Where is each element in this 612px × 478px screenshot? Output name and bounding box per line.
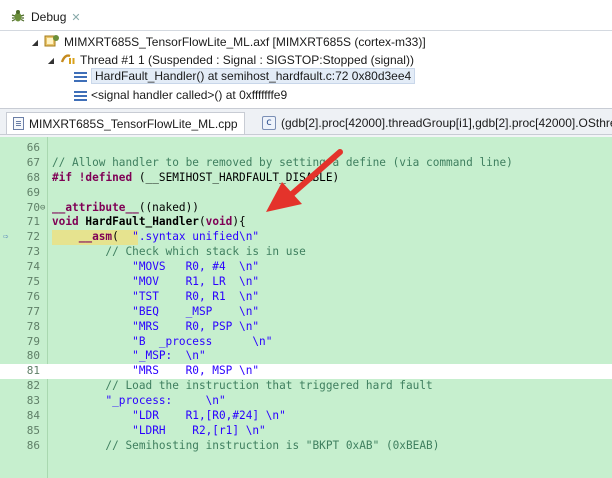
code-text: __asm( ".syntax unified\n" bbox=[78, 230, 260, 244]
code-line[interactable]: ⊖ 70 __attribute__((naked)) bbox=[0, 201, 612, 216]
thread-suspended-icon bbox=[60, 52, 76, 69]
editor-view: MIMXRT685S_TensorFlowLite_ML.cpp c (gdb[… bbox=[0, 108, 612, 478]
line-number: 71 bbox=[26, 215, 40, 229]
line-number: 72 bbox=[26, 230, 40, 244]
code-line[interactable]: 83 "_process: \n" bbox=[0, 394, 612, 409]
line-number: 74 bbox=[26, 260, 40, 274]
code-text: "LDR R1,[R0,#24] \n" bbox=[132, 409, 286, 423]
code-line[interactable]: 73 // Check which stack is in use bbox=[0, 245, 612, 260]
stack-frame-label: <signal handler called>() at 0xfffffffe9 bbox=[91, 88, 288, 102]
line-number: 67 bbox=[26, 155, 40, 169]
code-line[interactable]: 78 "MRS R0, PSP \n" bbox=[0, 320, 612, 335]
tab-label: MIMXRT685S_TensorFlowLite_ML.cpp bbox=[29, 116, 238, 131]
code-line[interactable]: 66 bbox=[0, 141, 612, 156]
line-number: 85 bbox=[26, 423, 40, 437]
line-number: 86 bbox=[26, 438, 40, 452]
code-lines: 66 67 // Allow handler to be removed by se… bbox=[0, 141, 612, 454]
line-number: 83 bbox=[26, 394, 40, 408]
code-text: // Check which stack is in use bbox=[52, 245, 306, 259]
debug-tab-label: Debug bbox=[31, 10, 67, 24]
line-number: 70 bbox=[26, 200, 40, 214]
stack-frame-icon bbox=[74, 71, 87, 82]
code-text: #if !defined (__SEMIHOST_HARDFAULT_DISAB… bbox=[52, 170, 340, 184]
debug-view: Debug ✕ ◢ MIMXRT685S_TensorFlowLite_ML.a… bbox=[0, 0, 612, 103]
line-number: 77 bbox=[26, 304, 40, 318]
code-line[interactable]: 68 #if !defined (__SEMIHOST_HARDFAULT_DIS… bbox=[0, 171, 612, 186]
line-number: 76 bbox=[26, 289, 40, 303]
collapse-arrow-icon[interactable]: ◢ bbox=[30, 38, 40, 47]
code-line[interactable]: 79 "B _process \n" bbox=[0, 335, 612, 350]
code-line[interactable]: 69 bbox=[0, 186, 612, 201]
editor-tab-bar: MIMXRT685S_TensorFlowLite_ML.cpp c (gdb[… bbox=[0, 109, 612, 135]
code-text: "TST R0, R1 \n" bbox=[132, 289, 260, 303]
code-line[interactable]: 67 // Allow handler to be removed by sett… bbox=[0, 156, 612, 171]
line-number: 66 bbox=[26, 141, 40, 154]
tree-item-process[interactable]: ◢ MIMXRT685S_TensorFlowLite_ML.axf [MIMX… bbox=[30, 33, 426, 51]
line-number: 79 bbox=[26, 334, 40, 348]
debug-bug-icon bbox=[10, 8, 26, 27]
line-number: 78 bbox=[26, 319, 40, 333]
line-number: 82 bbox=[26, 379, 40, 393]
thread-label: Thread #1 1 (Suspended : Signal : SIGSTO… bbox=[80, 53, 414, 67]
line-number: 69 bbox=[26, 185, 40, 199]
debug-target-icon bbox=[44, 34, 60, 51]
code-text: "MOVS R0, #4 \n" bbox=[132, 260, 260, 274]
close-icon[interactable]: ✕ bbox=[71, 11, 80, 24]
code-text: "LDRH R2,[r1] \n" bbox=[132, 423, 266, 437]
stack-frame-label: HardFault_Handler() at semihost_hardfaul… bbox=[91, 68, 416, 84]
code-editor[interactable]: 66 67 // Allow handler to be removed by se… bbox=[0, 137, 612, 478]
instruction-pointer-icon: ⇨ bbox=[3, 232, 9, 243]
code-line[interactable]: 75 "MOV R1, LR \n" bbox=[0, 275, 612, 290]
stack-frame-signal-handler[interactable]: <signal handler called>() at 0xfffffffe9 bbox=[74, 86, 287, 104]
code-line[interactable]: 80 "_MSP: \n" bbox=[0, 349, 612, 364]
collapse-arrow-icon[interactable]: ◢ bbox=[46, 56, 56, 65]
debug-tab-bar: Debug ✕ bbox=[0, 0, 612, 31]
code-line[interactable]: ⇨ 72 __asm( ".syntax unified\n" bbox=[0, 230, 612, 246]
code-text: // Load the instruction that triggered h… bbox=[52, 379, 433, 393]
code-line[interactable]: 76 "TST R0, R1 \n" bbox=[0, 290, 612, 305]
c-source-icon: c bbox=[262, 116, 276, 130]
code-text: // Allow handler to be removed by settin… bbox=[52, 155, 513, 169]
line-number: 75 bbox=[26, 275, 40, 289]
code-text: "MOV R1, LR \n" bbox=[132, 275, 260, 289]
code-line[interactable]: 74 "MOVS R0, #4 \n" bbox=[0, 260, 612, 275]
code-line[interactable]: 77 "BEQ _MSP \n" bbox=[0, 305, 612, 320]
code-text: "MRS R0, MSP \n" bbox=[132, 364, 260, 378]
line-number: 84 bbox=[26, 409, 40, 423]
code-text: "BEQ _MSP \n" bbox=[132, 304, 260, 318]
line-number: 81 bbox=[26, 364, 40, 378]
line-number: 73 bbox=[26, 245, 40, 259]
code-line[interactable]: 84 "LDR R1,[R0,#24] \n" bbox=[0, 409, 612, 424]
line-number: 80 bbox=[26, 349, 40, 363]
process-label: MIMXRT685S_TensorFlowLite_ML.axf [MIMXRT… bbox=[64, 35, 426, 49]
code-text: // Semihosting instruction is "BKPT 0xAB… bbox=[52, 438, 440, 452]
code-text: "_MSP: \n" bbox=[132, 349, 206, 363]
tab-cpp-file[interactable]: MIMXRT685S_TensorFlowLite_ML.cpp bbox=[6, 112, 245, 134]
line-number: 68 bbox=[26, 170, 40, 184]
code-line[interactable]: 85 "LDRH R2,[r1] \n" bbox=[0, 424, 612, 439]
stack-frame-hardfault[interactable]: HardFault_Handler() at semihost_hardfaul… bbox=[74, 67, 416, 85]
code-text: "_process: \n" bbox=[105, 394, 226, 408]
tab-label: (gdb[2].proc[42000].threadGroup[i1],gdb[… bbox=[281, 116, 612, 130]
code-line[interactable]: 71 void HardFault_Handler(void){ bbox=[0, 215, 612, 230]
code-text: "MRS R0, PSP \n" bbox=[132, 319, 260, 333]
code-text: void HardFault_Handler(void){ bbox=[52, 215, 246, 229]
code-text: "B _process \n" bbox=[132, 334, 273, 348]
code-line[interactable]: 82 // Load the instruction that triggere… bbox=[0, 379, 612, 394]
tab-disassembly-source[interactable]: c (gdb[2].proc[42000].threadGroup[i1],gd… bbox=[256, 112, 612, 134]
code-line[interactable]: 81 "MRS R0, MSP \n" bbox=[0, 364, 612, 380]
fold-collapse-icon[interactable]: ⊖ bbox=[40, 201, 45, 216]
file-icon bbox=[13, 117, 24, 130]
code-line[interactable]: 86 // Semihosting instruction is "BKPT 0… bbox=[0, 439, 612, 454]
code-text: __attribute__((naked)) bbox=[52, 200, 199, 214]
stack-frame-icon bbox=[74, 90, 87, 101]
tab-debug[interactable]: Debug ✕ bbox=[4, 4, 87, 30]
